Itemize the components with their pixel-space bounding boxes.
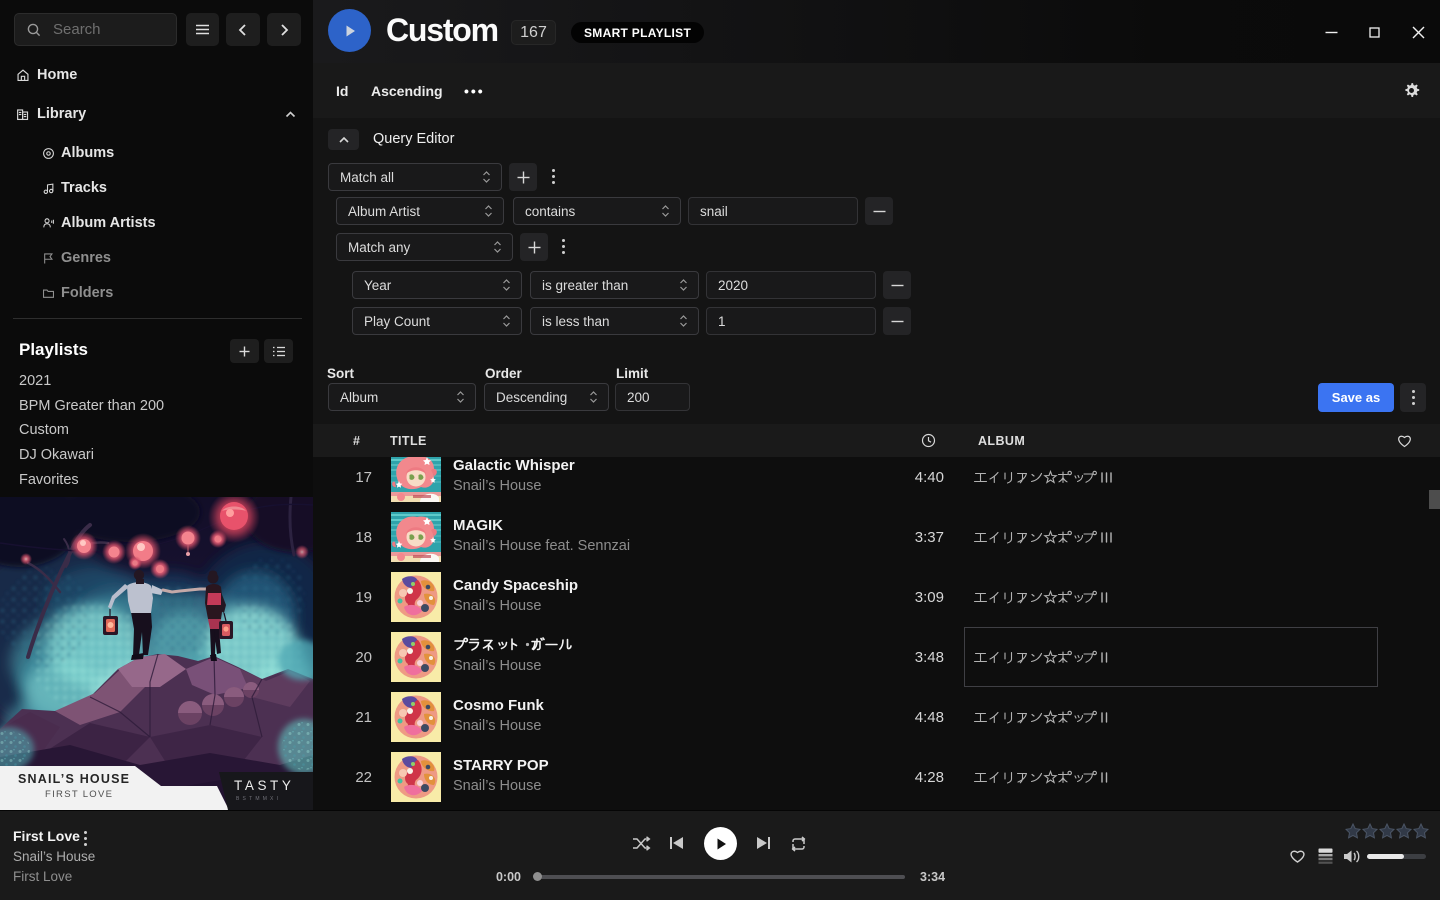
svg-text:TASTY: TASTY xyxy=(234,778,295,793)
svg-text:BSTMMXI: BSTMMXI xyxy=(236,796,281,802)
svg-text:SNAIL’S HOUSE: SNAIL’S HOUSE xyxy=(18,772,130,786)
svg-text:FIRST LOVE: FIRST LOVE xyxy=(45,789,113,800)
